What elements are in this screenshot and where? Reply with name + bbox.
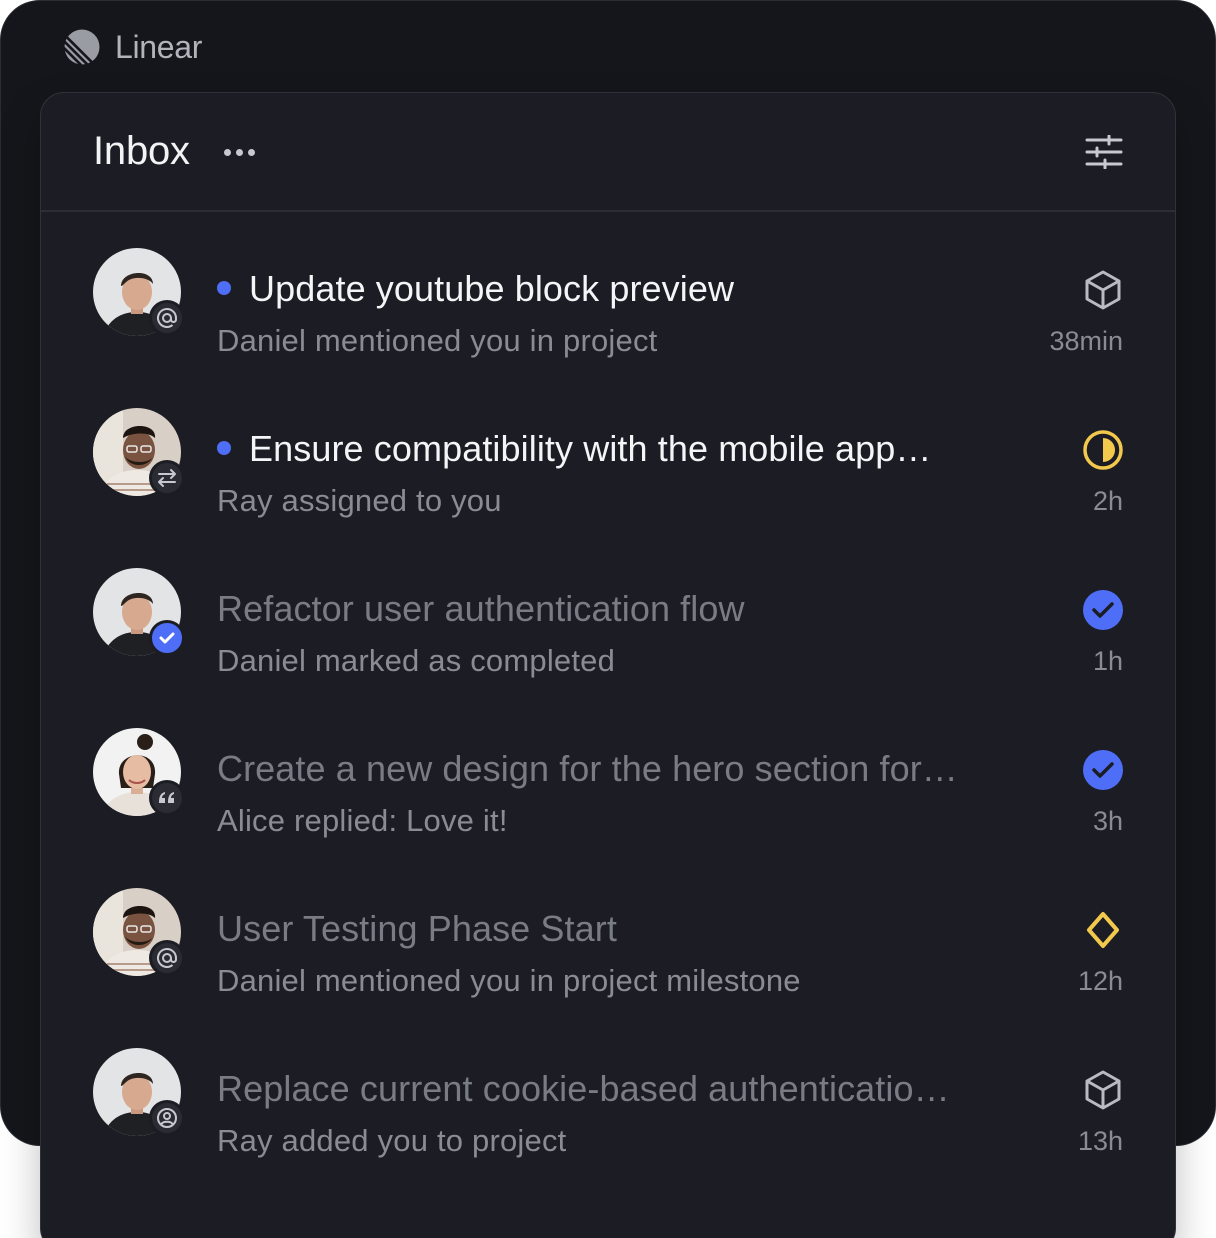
linear-logo-icon: [63, 29, 100, 66]
more-dot-icon: [235, 148, 243, 156]
notification-row[interactable]: Refactor user authentication flow Daniel…: [41, 533, 1175, 693]
project-cube-icon: [1085, 270, 1121, 310]
notification-title: Replace current cookie-based authenticat…: [217, 1068, 950, 1109]
at-icon: [157, 307, 177, 328]
assign-badge: [149, 460, 185, 496]
notification-subtitle: Ray added you to project: [217, 1123, 567, 1158]
notification-time: 2h: [1092, 486, 1123, 516]
status-icon-wrap: [1081, 908, 1125, 952]
notification-subtitle: Daniel mentioned you in project mileston…: [217, 963, 801, 998]
milestone-diamond-icon: [1087, 912, 1119, 948]
notification-time: 1h: [1092, 646, 1123, 676]
notification-time: 12h: [1077, 966, 1123, 996]
notification-row[interactable]: Ensure compatibility with the mobile app…: [41, 373, 1175, 533]
status-icon-wrap: [1081, 1068, 1125, 1112]
unread-dot: [217, 441, 231, 455]
notification-row[interactable]: Create a new design for the hero section…: [41, 693, 1175, 853]
more-dot-icon: [223, 148, 231, 156]
completed-badge: [149, 620, 185, 656]
status-icon-wrap: [1081, 428, 1125, 472]
notification-time: 3h: [1092, 806, 1123, 836]
status-icon-wrap: [1081, 748, 1125, 792]
notification-title-text: Ensure compatibility with the mobile app…: [249, 428, 932, 469]
notification-title: Refactor user authentication flow: [217, 588, 745, 629]
notification-subtitle: Alice replied: Love it!: [217, 803, 508, 838]
more-dot-icon: [247, 148, 255, 156]
notification-title: Ensure compatibility with the mobile app…: [217, 428, 1005, 470]
notification-subtitle: Daniel mentioned you in project: [217, 323, 658, 358]
quote-icon: [159, 792, 174, 803]
user-circle-icon: [157, 1108, 177, 1128]
notification-row[interactable]: Update youtube block preview Daniel ment…: [41, 213, 1175, 373]
added-badge: [149, 1100, 185, 1136]
stage: Linear Inbox Update youtube block previe…: [0, 0, 1216, 1238]
mention-badge: [149, 300, 185, 336]
unread-dot: [217, 281, 231, 295]
in-progress-half-circle-icon: [1083, 430, 1123, 470]
project-cube-icon: [1085, 1070, 1121, 1110]
filter-sliders-icon[interactable]: [1085, 135, 1123, 169]
status-icon-wrap: [1081, 268, 1125, 312]
inbox-panel: Inbox Update youtube block preview Danie…: [40, 92, 1176, 1238]
at-icon: [157, 947, 177, 968]
reply-badge: [149, 780, 185, 816]
notification-title: Update youtube block preview: [217, 268, 1005, 310]
inbox-header: Inbox: [41, 93, 1175, 212]
notification-title: User Testing Phase Start: [217, 908, 617, 949]
notification-title: Create a new design for the hero section…: [217, 748, 958, 789]
brand-name: Linear: [115, 28, 203, 65]
notification-row[interactable]: Replace current cookie-based authenticat…: [41, 1013, 1175, 1173]
page-title: Inbox: [93, 129, 190, 173]
more-options-button[interactable]: [219, 139, 259, 165]
done-check-circle-icon: [1083, 590, 1123, 630]
notification-time: 38min: [1049, 326, 1123, 356]
notification-subtitle: Daniel marked as completed: [217, 643, 616, 678]
status-icon-wrap: [1081, 588, 1125, 632]
brand[interactable]: Linear: [63, 27, 202, 67]
notification-row[interactable]: User Testing Phase Start Daniel mentione…: [41, 853, 1175, 1013]
mention-badge: [149, 940, 185, 976]
swap-arrows-icon: [158, 469, 176, 487]
notification-time: 13h: [1077, 1126, 1123, 1156]
notification-title-text: Update youtube block preview: [249, 268, 735, 309]
done-check-circle-icon: [1083, 750, 1123, 790]
notification-subtitle: Ray assigned to you: [217, 483, 502, 518]
check-icon: [159, 632, 175, 644]
